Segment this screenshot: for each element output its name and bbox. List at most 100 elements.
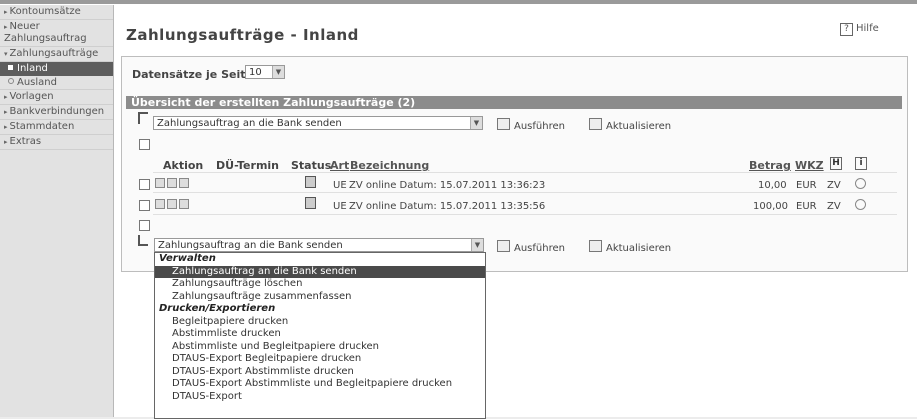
sidebar-item-label: Ausland [17, 77, 57, 88]
help-label: Hilfe [856, 23, 879, 34]
sidebar-item-inland[interactable]: Inland [0, 62, 113, 76]
select-all-checkbox-top[interactable] [139, 139, 150, 150]
sidebar-item-kontoumsaetze[interactable]: ▸ Kontoumsätze [0, 5, 113, 20]
dropdown-option[interactable]: DTAUS-Export Abstimmliste und Begleitpap… [155, 378, 485, 391]
row-h: ZV [827, 201, 841, 212]
bulk-action-select-top[interactable]: Zahlungsauftrag an die Bank senden ▼ [153, 116, 483, 130]
triangle-right-icon: ▸ [4, 108, 8, 116]
sidebar: ▸ Kontoumsätze ▸ Neuer Zahlungsauftrag ▾ Za… [0, 5, 114, 417]
execute-label: Ausführen [514, 121, 565, 132]
execute-button-top[interactable]: Ausführen [497, 118, 565, 132]
triangle-right-icon: ▸ [4, 23, 8, 31]
dropdown-option[interactable]: Begleitpapiere drucken [155, 316, 485, 329]
dropdown-option[interactable]: DTAUS-Export Begleitpapiere drucken [155, 353, 485, 366]
sidebar-item-zahlungsauftraege[interactable]: ▾ Zahlungsaufträge [0, 47, 113, 62]
delete-icon[interactable] [179, 199, 189, 209]
dropdown-option[interactable]: Zahlungsaufträge zusammenfassen [155, 291, 485, 304]
row-bezeichnung: ZV online Datum: 15.07.2011 13:36:23 [349, 180, 546, 191]
refresh-button-bottom[interactable]: Aktualisieren [589, 240, 671, 254]
row-divider [153, 214, 897, 215]
sidebar-item-bankverbindungen[interactable]: ▸ Bankverbindungen [0, 105, 113, 120]
edit-icon[interactable] [167, 199, 177, 209]
execute-button-bottom[interactable]: Ausführen [497, 240, 565, 254]
delete-icon[interactable] [179, 178, 189, 188]
dropdown-option[interactable]: DTAUS-Export [155, 391, 485, 404]
sidebar-item-vorlagen[interactable]: ▸ Vorlagen [0, 90, 113, 105]
execute-icon [497, 118, 510, 130]
sidebar-item-label: Stammdaten [9, 121, 75, 132]
column-header-aktion: Aktion [163, 159, 204, 172]
refresh-icon [589, 240, 602, 252]
triangle-right-icon: ▸ [4, 138, 8, 146]
chevron-down-icon: ▼ [471, 239, 483, 251]
execute-label: Ausführen [514, 243, 565, 254]
row-checkbox[interactable] [139, 179, 150, 190]
dropdown-option[interactable]: Abstimmliste und Begleitpapiere drucken [155, 341, 485, 354]
details-icon[interactable] [155, 199, 165, 209]
records-per-page-label: Datensätze je Seite: [132, 68, 258, 81]
bulk-action-select-bottom[interactable]: Zahlungsauftrag an die Bank senden ▼ [154, 238, 484, 252]
page-title: Zahlungsaufträge - Inland [126, 26, 359, 44]
refresh-label: Aktualisieren [606, 243, 672, 254]
sidebar-item-stammdaten[interactable]: ▸ Stammdaten [0, 120, 113, 135]
column-header-bezeichnung[interactable]: Bezeichnung [350, 159, 429, 172]
select-all-checkbox-bottom[interactable] [139, 220, 150, 231]
corner-arrow-icon [138, 112, 148, 124]
column-header-termin: DÜ-Termin [216, 159, 280, 172]
sidebar-item-label: Bankverbindungen [9, 106, 105, 117]
row-wkz: EUR [796, 180, 817, 191]
corner-arrow-icon [138, 235, 148, 246]
sidebar-item-neuer-zahlungsauftrag[interactable]: ▸ Neuer Zahlungsauftrag [0, 20, 113, 47]
dropdown-option[interactable]: Abstimmliste drucken [155, 328, 485, 341]
triangle-right-icon: ▸ [4, 8, 8, 16]
grid-heading: Übersicht der erstellten Zahlungsaufträg… [126, 96, 902, 109]
info-icon[interactable]: i [855, 157, 867, 170]
sidebar-item-ausland[interactable]: Ausland [0, 76, 113, 90]
column-header-h[interactable]: H [830, 157, 842, 170]
dropdown-group-drucken: Drucken/Exportieren [159, 303, 276, 314]
row-h: ZV [827, 180, 841, 191]
zoom-icon[interactable] [855, 178, 866, 189]
row-bezeichnung: ZV online Datum: 15.07.2011 13:35:56 [349, 201, 546, 212]
row-art: UE [333, 201, 347, 212]
column-header-status: Status [291, 159, 332, 172]
column-header-wkz[interactable]: WKZ [795, 159, 824, 172]
bullet-circle-icon [8, 78, 14, 84]
help-icon: ? [840, 23, 853, 36]
zoom-icon[interactable] [855, 199, 866, 210]
status-disk-icon [305, 176, 316, 188]
bullet-square-icon [8, 65, 13, 70]
dropdown-option[interactable]: Zahlungsaufträge löschen [155, 278, 485, 291]
sidebar-item-label: Zahlungsaufträge [9, 48, 99, 59]
sidebar-item-extras[interactable]: ▸ Extras [0, 135, 113, 150]
column-header-art[interactable]: Art [330, 159, 349, 172]
top-border [0, 0, 917, 4]
details-icon[interactable] [155, 178, 165, 188]
triangle-right-icon: ▸ [4, 93, 8, 101]
row-art: UE [333, 180, 347, 191]
triangle-right-icon: ▸ [4, 123, 8, 131]
chevron-down-icon: ▼ [272, 66, 284, 78]
records-per-page-select[interactable]: 10 ▼ [245, 65, 285, 79]
status-disk-icon [305, 197, 316, 209]
column-header-betrag[interactable]: Betrag [749, 159, 791, 172]
execute-icon [497, 240, 510, 252]
refresh-icon [589, 118, 602, 130]
sidebar-item-label: Extras [9, 136, 42, 147]
dropdown-option[interactable]: DTAUS-Export Abstimmliste drucken [155, 366, 485, 379]
sidebar-item-label: Kontoumsätze [9, 6, 81, 17]
refresh-button-top[interactable]: Aktualisieren [589, 118, 671, 132]
triangle-down-icon: ▾ [4, 50, 8, 58]
row-divider [153, 192, 897, 193]
row-checkbox[interactable] [139, 200, 150, 211]
chevron-down-icon: ▼ [470, 117, 482, 129]
dropdown-option[interactable]: Zahlungsauftrag an die Bank senden [155, 265, 485, 278]
row-betrag: 100,00 [753, 201, 788, 212]
dropdown-group-verwalten: Verwalten [159, 253, 216, 264]
sidebar-item-label: Inland [17, 63, 48, 74]
records-per-page-value: 10 [249, 67, 262, 78]
row-wkz: EUR [796, 201, 817, 212]
row-betrag: 10,00 [758, 180, 787, 191]
edit-icon[interactable] [167, 178, 177, 188]
help-link[interactable]: ? Hilfe [840, 23, 879, 36]
